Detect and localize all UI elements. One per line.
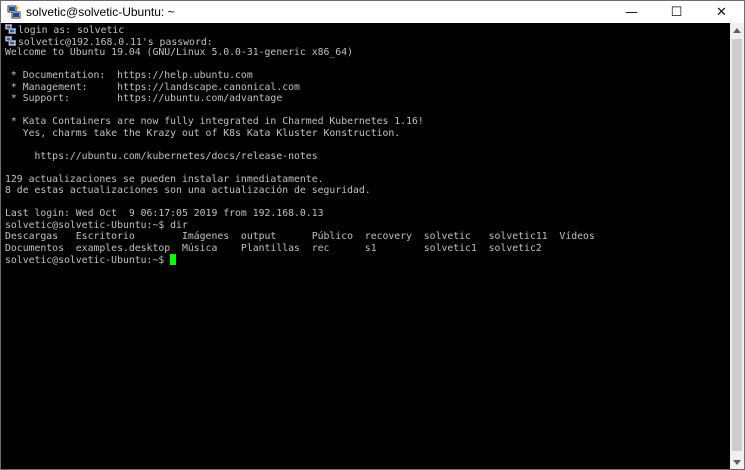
terminal-line: https://ubuntu.com/kubernetes/docs/relea… [5,151,595,163]
terminal-line: Descargas Escritorio Imágenes output Púb… [5,231,595,243]
terminal-line: 8 de estas actualizaciones son una actua… [5,185,595,197]
terminal-line: * Documentation: https://help.ubuntu.com [5,70,595,82]
scrollbar-thumb[interactable] [732,39,742,451]
terminal-line: solvetic@solvetic-Ubuntu:~$ dir [5,220,595,232]
putty-window: solvetic@solvetic-Ubuntu: ~ — ☐ ✕ login … [0,0,745,470]
terminal-line: Last login: Wed Oct 9 06:17:05 2019 from… [5,208,595,220]
terminal-line-text: https://ubuntu.com/kubernetes/docs/relea… [5,150,318,162]
terminal-line: * Kata Containers are now fully integrat… [5,116,595,128]
terminal-line-text: solvetic@192.168.0.11's password: [18,36,213,48]
maximize-button[interactable]: ☐ [654,1,699,23]
close-button[interactable]: ✕ [699,1,744,23]
terminal-line-text: Descargas Escritorio Imágenes output Púb… [5,231,595,242]
terminal-output: login as: solvetic solvetic@192.168.0.11'… [5,24,595,266]
terminal-line: login as: solvetic [5,24,595,36]
terminal-line: * Management: https://landscape.canonica… [5,82,595,94]
putty-key-icon [5,24,16,34]
terminal-line: solvetic@solvetic-Ubuntu:~$ [5,254,595,266]
minimize-button[interactable]: — [609,1,654,23]
terminal-line: Welcome to Ubuntu 19.04 (GNU/Linux 5.0.0… [5,47,595,59]
title-bar[interactable]: solvetic@solvetic-Ubuntu: ~ — ☐ ✕ [1,1,744,23]
terminal-area[interactable]: login as: solvetic solvetic@192.168.0.11'… [2,23,731,469]
window-title: solvetic@solvetic-Ubuntu: ~ [26,5,175,19]
terminal-line: 129 actualizaciones se pueden instalar i… [5,174,595,186]
putty-key-icon [5,35,16,46]
terminal-line-text: login as: solvetic [18,25,125,36]
vertical-scrollbar[interactable] [730,23,744,469]
terminal-line-text: 8 de estas actualizaciones son una actua… [5,185,371,196]
terminal-line-text: Welcome to Ubuntu 19.04 (GNU/Linux 5.0.0… [5,47,353,58]
terminal-line: * Support: https://ubuntu.com/advantage [5,93,595,105]
window-controls: — ☐ ✕ [609,1,744,23]
terminal-line-text: * Management: https://landscape.canonica… [5,81,300,93]
scroll-down-arrow-icon[interactable] [730,455,744,469]
terminal-line-text: Last login: Wed Oct 9 06:17:05 2019 from… [5,208,324,219]
terminal-line-text: solvetic@solvetic-Ubuntu:~$ dir [5,219,188,231]
putty-app-icon[interactable] [7,5,21,19]
terminal-line-text: Yes, charms take the Krazy out of K8s Ka… [5,127,401,139]
terminal-cursor [170,254,177,265]
scroll-up-arrow-icon[interactable] [730,23,744,37]
terminal-line-text: Documentos examples.desktop Música Plant… [5,242,542,254]
terminal-line-text: 129 actualizaciones se pueden instalar i… [5,173,324,185]
terminal-line: Yes, charms take the Krazy out of K8s Ka… [5,128,595,140]
terminal-line-text: * Documentation: https://help.ubuntu.com [5,70,253,81]
terminal-line: Documentos examples.desktop Música Plant… [5,243,595,255]
terminal-line: solvetic@192.168.0.11's password: [5,35,595,48]
terminal-line-text: * Kata Containers are now fully integrat… [5,116,424,127]
terminal-line-text: solvetic@solvetic-Ubuntu:~$ [5,255,171,266]
terminal-line-text: * Support: https://ubuntu.com/advantage [5,93,283,104]
